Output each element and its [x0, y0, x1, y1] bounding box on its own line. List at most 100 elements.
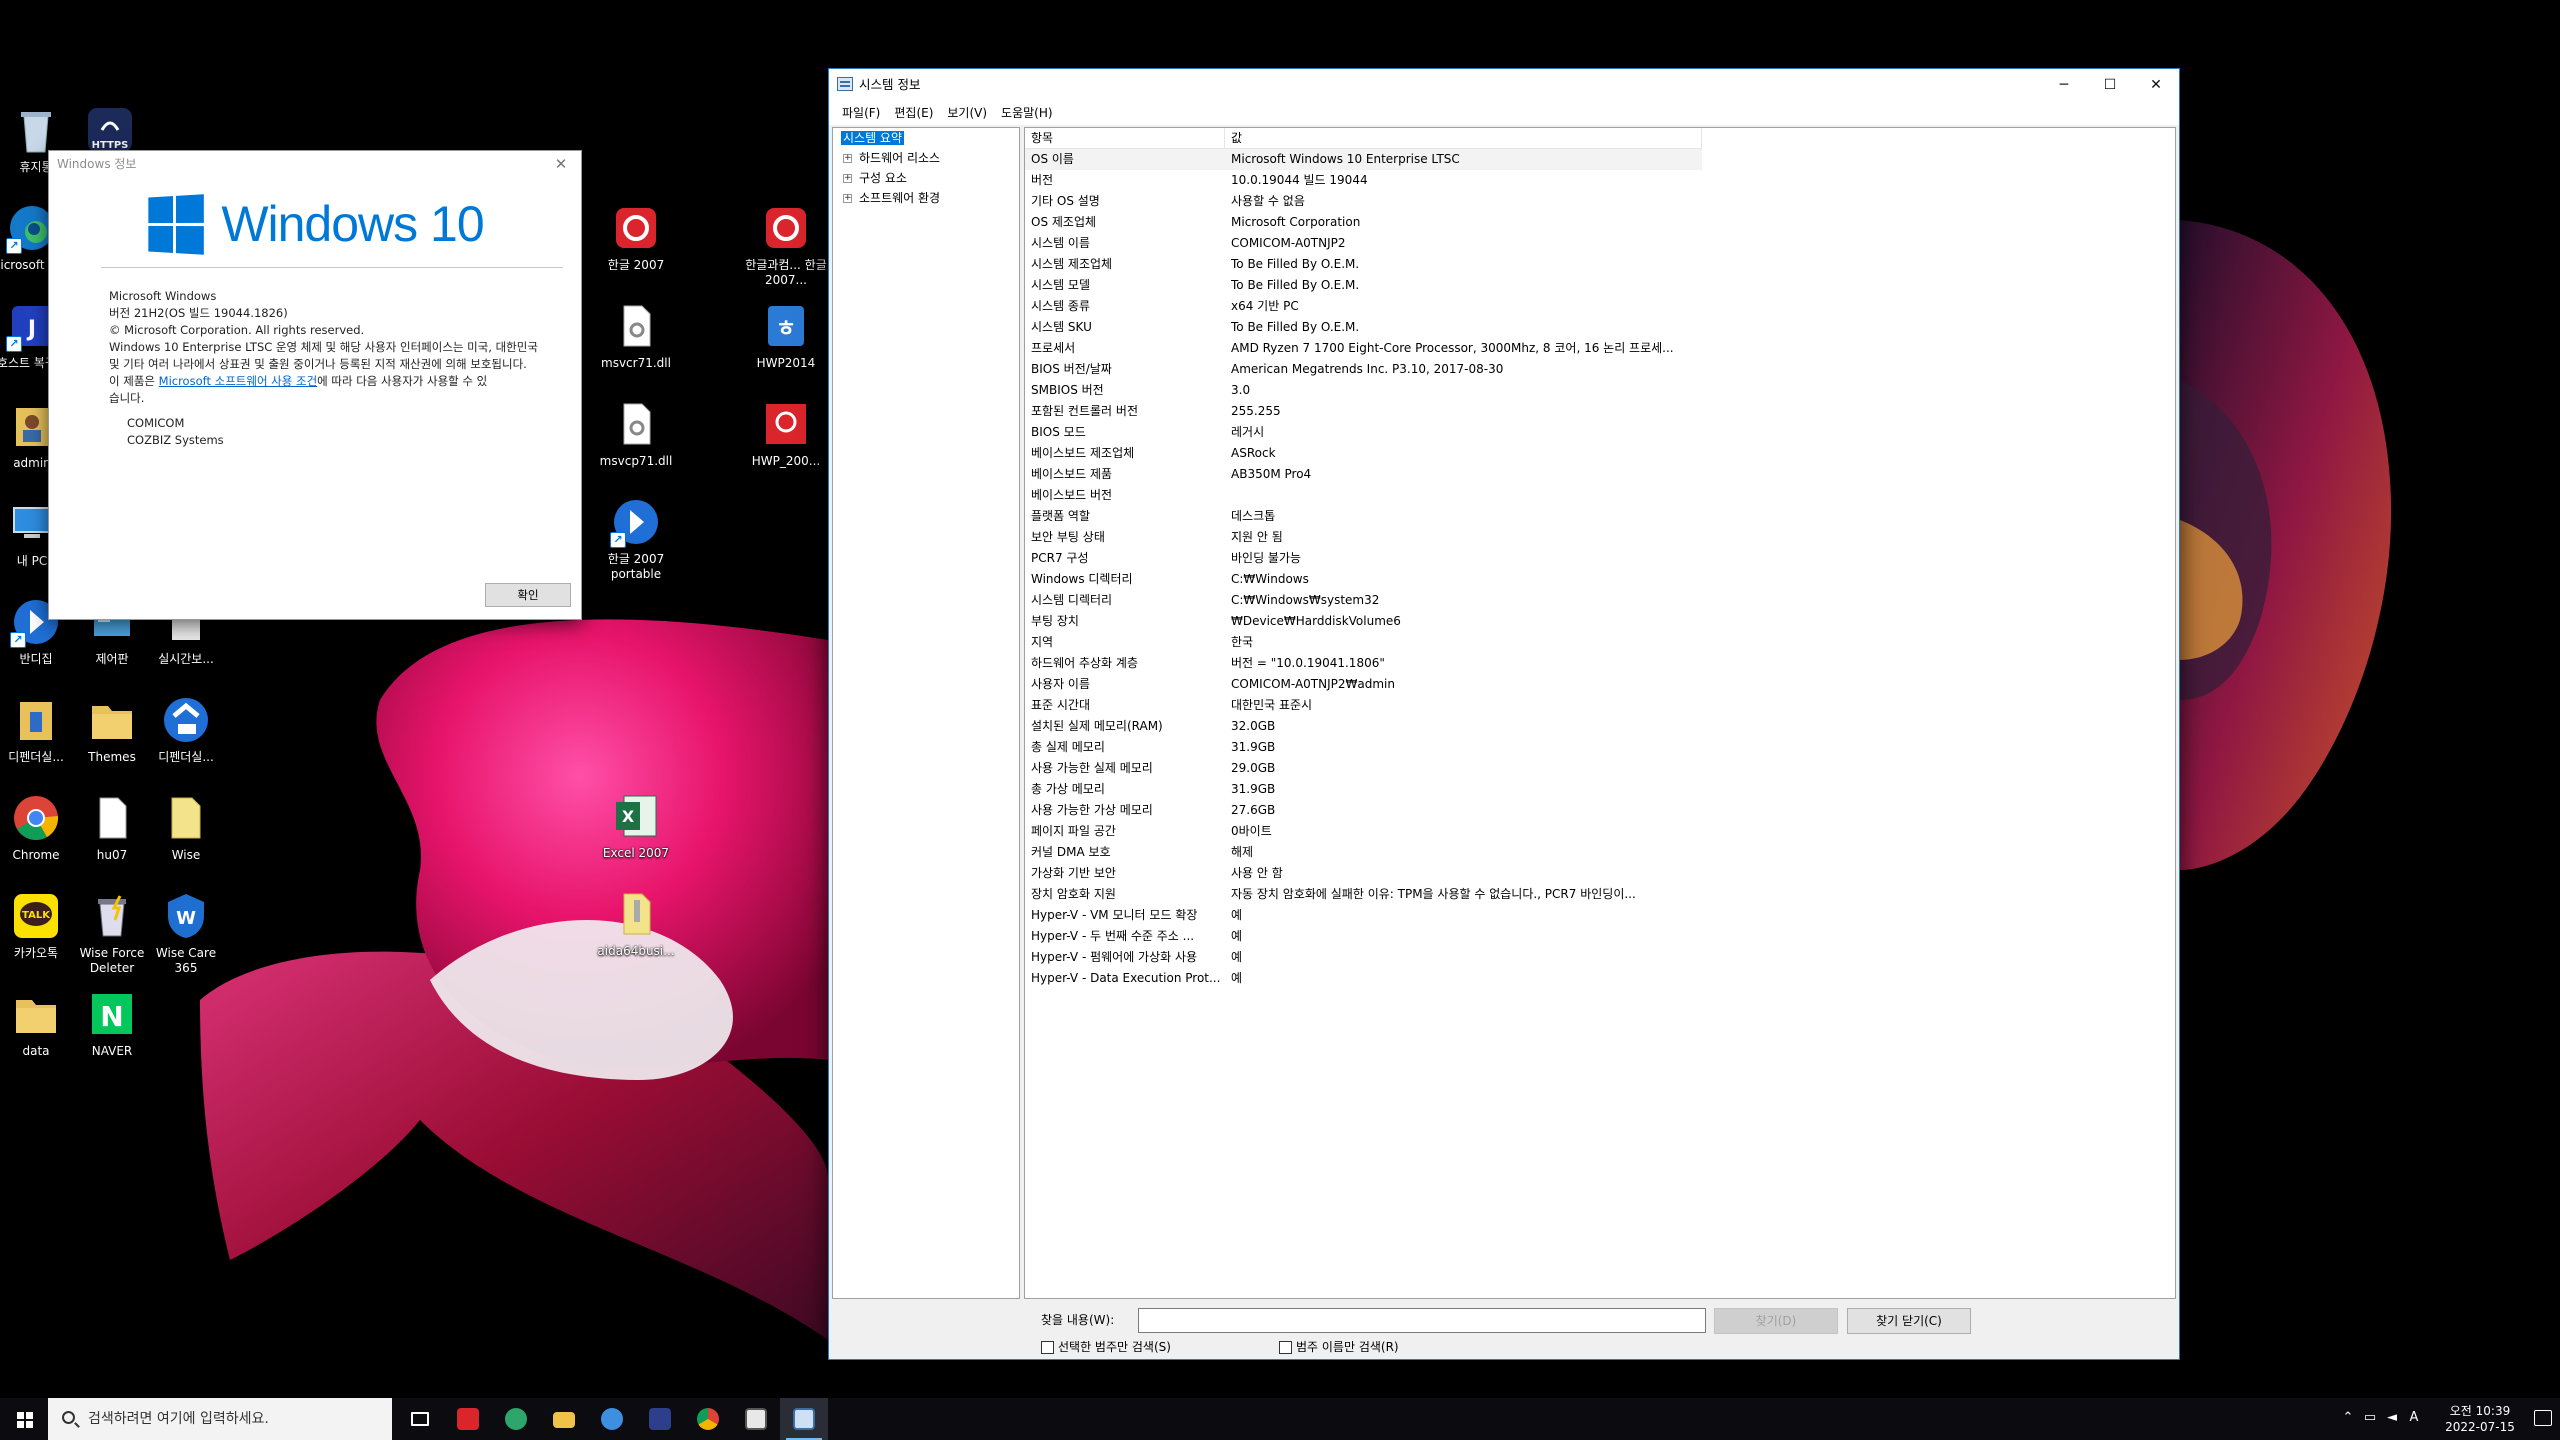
desktop-icon-naver[interactable]: N NAVER	[70, 988, 154, 1059]
menu-view[interactable]: 보기(V)	[940, 101, 994, 125]
desktop-icon-msvcr71[interactable]: msvcr71.dll	[594, 300, 678, 371]
desktop-icon-hangul-2007[interactable]: 한글 2007	[594, 202, 678, 273]
taskbar-chrome[interactable]	[684, 1398, 732, 1440]
network-status-icon[interactable]: ▭	[2362, 1410, 2378, 1426]
desktop-icon-themes[interactable]: Themes	[70, 694, 154, 765]
taskbar-rufus[interactable]	[636, 1398, 684, 1440]
taskbar-hangul[interactable]	[444, 1398, 492, 1440]
table-row[interactable]: Hyper-V - VM 모니터 모드 확장 예	[1025, 905, 1702, 926]
tree-item-hardware-resources[interactable]: + 하드웨어 리소스	[833, 148, 1019, 168]
taskbar-system-info[interactable]	[732, 1398, 780, 1440]
table-row[interactable]: 프로세서 AMD Ryzen 7 1700 Eight-Core Processo…	[1025, 338, 1702, 359]
table-row[interactable]: BIOS 버전/날짜 American Megatrends Inc. P3.10…	[1025, 359, 1702, 380]
table-row[interactable]: 페이지 파일 공간 0바이트	[1025, 821, 1702, 842]
show-hidden-icons-chevron-icon[interactable]: ⌃	[2340, 1410, 2356, 1426]
taskbar-search-box[interactable]: 검색하려면 여기에 입력하세요.	[48, 1398, 392, 1440]
about-title-bar[interactable]: Windows 정보 ✕	[49, 151, 581, 177]
taskbar-system-info-active[interactable]	[780, 1398, 828, 1440]
desktop-icon-hangul-sci[interactable]: 한글과컴... 한글 2007...	[744, 202, 828, 288]
table-row[interactable]: 사용 가능한 가상 메모리 27.6GB	[1025, 800, 1702, 821]
taskbar-edge[interactable]	[492, 1398, 540, 1440]
table-row[interactable]: 베이스보드 제품 AB350M Pro4	[1025, 464, 1702, 485]
table-row[interactable]: 시스템 제조업체 To Be Filled By O.E.M.	[1025, 254, 1702, 275]
desktop-icon-hwp2014[interactable]: ㅎ HWP2014	[744, 300, 828, 371]
column-header-item[interactable]: 항목	[1025, 128, 1225, 148]
maximize-button[interactable]: ☐	[2087, 69, 2133, 101]
taskbar-clock[interactable]: 오전 10:39 2022-07-15	[2440, 1403, 2520, 1435]
desktop-icon-defender2[interactable]: 디펜더실...	[144, 694, 228, 765]
desktop-icon-chrome[interactable]: Chrome	[0, 792, 78, 863]
desktop-icon-hangul-portable[interactable]: ↗ 한글 2007 portable	[594, 496, 678, 582]
find-input[interactable]	[1138, 1308, 1706, 1333]
table-row[interactable]: Hyper-V - Data Execution Prot... 예	[1025, 968, 1702, 989]
table-row[interactable]: 시스템 종류 x64 기반 PC	[1025, 296, 1702, 317]
table-row[interactable]: PCR7 구성 바인딩 불가능	[1025, 548, 1702, 569]
desktop-icon-kakaotalk[interactable]: TALK 카카오톡	[0, 890, 78, 961]
sysinfo-title-bar[interactable]: 시스템 정보 ─ ☐ ✕	[829, 69, 2179, 101]
desktop-icon-wise-force-deleter[interactable]: Wise Force Deleter	[70, 890, 154, 976]
table-row[interactable]: 사용자 이름 COMICOM-A0TNJP2₩admin	[1025, 674, 1702, 695]
about-close-button[interactable]: ✕	[541, 151, 581, 177]
find-button[interactable]: 찾기(D)	[1714, 1308, 1838, 1334]
taskbar-file-explorer[interactable]	[540, 1398, 588, 1440]
table-row[interactable]: 시스템 이름 COMICOM-A0TNJP2	[1025, 233, 1702, 254]
table-row[interactable]: Windows 디렉터리 C:₩Windows	[1025, 569, 1702, 590]
ime-indicator[interactable]: A	[2406, 1410, 2422, 1426]
tree-item-components[interactable]: + 구성 요소	[833, 168, 1019, 188]
about-ok-button[interactable]: 확인	[485, 583, 571, 607]
start-button[interactable]	[0, 1398, 48, 1440]
table-row[interactable]: Hyper-V - 펌웨어에 가상화 사용 예	[1025, 947, 1702, 968]
table-row[interactable]: 표준 시간대 대한민국 표준시	[1025, 695, 1702, 716]
desktop-icon-hwp200[interactable]: HWP_200...	[744, 398, 828, 469]
desktop-icon-aida64[interactable]: aida64busi...	[594, 888, 678, 959]
desktop-icon-data[interactable]: data	[0, 988, 78, 1059]
table-row[interactable]: 기타 OS 설명 사용할 수 없음	[1025, 191, 1702, 212]
column-header-value[interactable]: 값	[1225, 128, 1702, 148]
volume-icon[interactable]: ◄	[2384, 1410, 2400, 1426]
table-row[interactable]: 사용 가능한 실제 메모리 29.0GB	[1025, 758, 1702, 779]
desktop-icon-excel[interactable]: X Excel 2007	[594, 790, 678, 861]
table-row[interactable]: SMBIOS 버전 3.0	[1025, 380, 1702, 401]
notification-center-icon[interactable]	[2534, 1410, 2552, 1426]
table-row[interactable]: 포함된 컨트롤러 버전 255.255	[1025, 401, 1702, 422]
desktop-icon-hu07[interactable]: hu07	[70, 792, 154, 863]
license-terms-link[interactable]: Microsoft 소프트웨어 사용 조건	[159, 374, 318, 388]
checkbox-box[interactable]	[1279, 1340, 1292, 1354]
desktop-icon-defender1[interactable]: 디펜더실...	[0, 694, 78, 765]
table-row[interactable]: 총 가상 메모리 31.9GB	[1025, 779, 1702, 800]
table-row[interactable]: 보안 부팅 상태 지원 안 됨	[1025, 527, 1702, 548]
minimize-button[interactable]: ─	[2041, 69, 2087, 101]
table-row[interactable]: Hyper-V - 두 번째 수준 주소 ... 예	[1025, 926, 1702, 947]
table-row[interactable]: 시스템 SKU To Be Filled By O.E.M.	[1025, 317, 1702, 338]
table-row[interactable]: 부팅 장치 ₩Device₩HarddiskVolume6	[1025, 611, 1702, 632]
checkbox-box[interactable]	[1041, 1340, 1054, 1354]
tree-item-software-environment[interactable]: + 소프트웨어 환경	[833, 188, 1019, 208]
table-row[interactable]: 총 실제 메모리 31.9GB	[1025, 737, 1702, 758]
close-button[interactable]: ✕	[2133, 69, 2179, 101]
table-row[interactable]: 하드웨어 추상화 계층 버전 = "10.0.19041.1806"	[1025, 653, 1702, 674]
desktop-icon-msvcp71[interactable]: msvcp71.dll	[594, 398, 678, 469]
tree-item-system-summary[interactable]: 시스템 요약	[833, 128, 1019, 148]
desktop-icon-wise-care[interactable]: W Wise Care 365	[144, 890, 228, 976]
table-row[interactable]: BIOS 모드 레거시	[1025, 422, 1702, 443]
menu-help[interactable]: 도움말(H)	[994, 101, 1060, 125]
table-row[interactable]: 버전 10.0.19044 빌드 19044	[1025, 170, 1702, 191]
table-row[interactable]: 커널 DMA 보호 해제	[1025, 842, 1702, 863]
expand-icon[interactable]: +	[843, 154, 852, 163]
search-category-names-checkbox[interactable]: 범주 이름만 검색(R)	[1279, 1339, 1399, 1355]
table-row[interactable]: 시스템 모델 To Be Filled By O.E.M.	[1025, 275, 1702, 296]
table-row[interactable]: 지역 한국	[1025, 632, 1702, 653]
table-row[interactable]: OS 이름 Microsoft Windows 10 Enterprise LTS…	[1025, 149, 1702, 170]
table-row[interactable]: 시스템 디렉터리 C:₩Windows₩system32	[1025, 590, 1702, 611]
table-row[interactable]: 베이스보드 제조업체 ASRock	[1025, 443, 1702, 464]
taskbar-task-view[interactable]	[396, 1398, 444, 1440]
taskbar-network[interactable]	[588, 1398, 636, 1440]
table-row[interactable]: OS 제조업체 Microsoft Corporation	[1025, 212, 1702, 233]
table-row[interactable]: 플랫폼 역할 데스크톱	[1025, 506, 1702, 527]
menu-file[interactable]: 파일(F)	[835, 101, 887, 125]
table-row[interactable]: 설치된 실제 메모리(RAM) 32.0GB	[1025, 716, 1702, 737]
menu-edit[interactable]: 편집(E)	[887, 101, 940, 125]
desktop-icon-wise[interactable]: Wise	[144, 792, 228, 863]
expand-icon[interactable]: +	[843, 194, 852, 203]
table-row[interactable]: 베이스보드 버전	[1025, 485, 1702, 506]
